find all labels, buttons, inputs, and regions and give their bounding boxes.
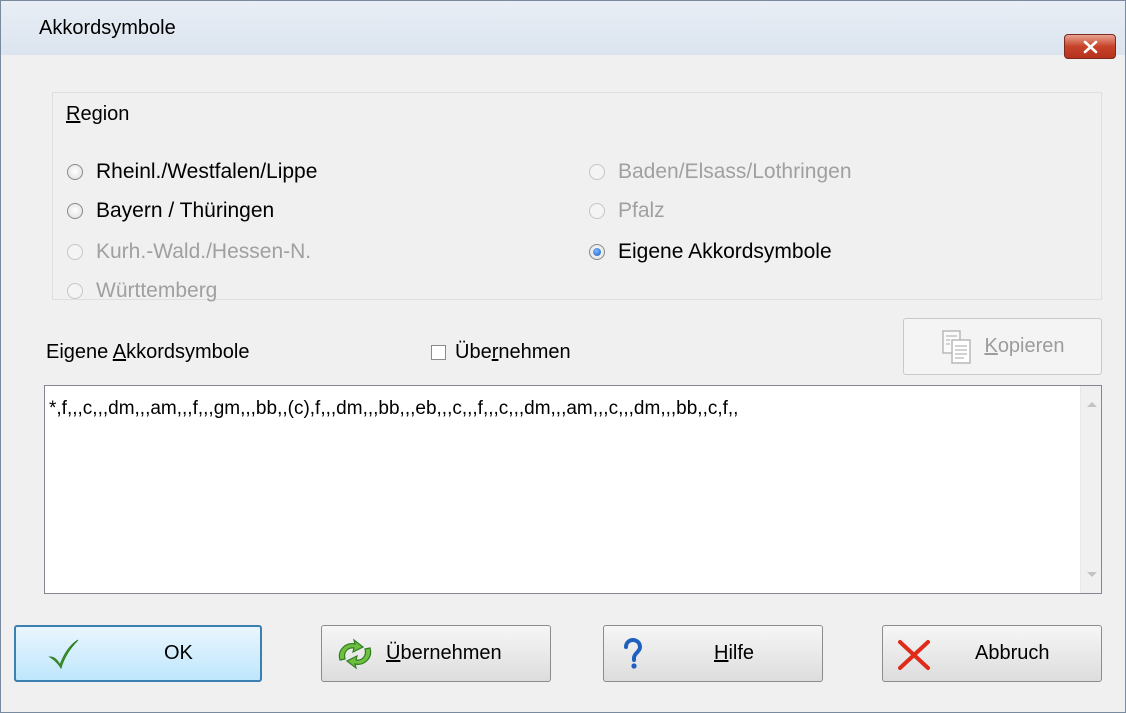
radio-label: Kurh.-Wald./Hessen-N. xyxy=(96,240,312,263)
apply-button[interactable]: Übernehmen xyxy=(321,625,551,682)
region-legend-accel: R xyxy=(66,103,81,125)
radio-indicator xyxy=(67,244,83,260)
radio-wuerttemberg[interactable]: Württemberg xyxy=(67,279,217,303)
radio-pfalz[interactable]: Pfalz xyxy=(589,199,665,223)
radio-indicator xyxy=(67,203,83,219)
help-button-label: Hilfe xyxy=(714,642,755,664)
close-icon xyxy=(1083,40,1098,54)
radio-bayern-thueringen[interactable]: Bayern / Thüringen xyxy=(67,199,274,223)
scroll-up-icon[interactable] xyxy=(1087,402,1097,407)
radio-indicator xyxy=(589,164,605,180)
copy-button[interactable]: Kopieren xyxy=(903,318,1102,375)
apply-button-label: Übernehmen xyxy=(386,642,502,664)
region-groupbox xyxy=(52,92,1102,300)
adopt-checkbox[interactable]: Übernehmen xyxy=(431,341,571,364)
checkbox-box xyxy=(431,345,446,360)
radio-label: Rheinl./Westfalen/Lippe xyxy=(96,160,318,183)
radio-label: Bayern / Thüringen xyxy=(96,199,275,222)
radio-label: Pfalz xyxy=(618,199,665,222)
ok-button[interactable]: OK xyxy=(14,625,262,682)
radio-label: Baden/Elsass/Lothringen xyxy=(618,160,852,183)
refresh-arrows-icon xyxy=(338,638,372,670)
radio-indicator xyxy=(67,283,83,299)
radio-eigene-akkordsymbole[interactable]: Eigene Akkordsymbole xyxy=(589,240,832,264)
radio-label: Württemberg xyxy=(96,279,218,302)
custom-label-part1: Eigene xyxy=(46,341,113,363)
custom-symbols-textarea[interactable]: *,f,,,c,,,dm,,,am,,,f,,,gm,,,bb,,(c),f,,… xyxy=(44,385,1102,594)
red-x-icon xyxy=(898,640,930,670)
cancel-button[interactable]: Abbruch xyxy=(882,625,1102,682)
radio-indicator xyxy=(589,203,605,219)
vertical-scrollbar[interactable] xyxy=(1080,386,1101,593)
region-legend-rest: egion xyxy=(80,103,130,125)
radio-baden-elsass-lothringen[interactable]: Baden/Elsass/Lothringen xyxy=(589,160,852,184)
custom-label-accel: A xyxy=(112,341,127,363)
scroll-down-icon[interactable] xyxy=(1087,572,1097,577)
radio-label: Eigene Akkordsymbole xyxy=(618,240,832,263)
cancel-button-label: Abbruch xyxy=(975,642,1050,664)
radio-indicator xyxy=(67,164,83,180)
ok-button-label: OK xyxy=(164,642,193,664)
help-button[interactable]: Hilfe xyxy=(603,625,823,682)
radio-kurh-wald-hessen[interactable]: Kurh.-Wald./Hessen-N. xyxy=(67,240,311,264)
checkmark-icon xyxy=(48,639,79,670)
region-legend: Region xyxy=(66,103,129,126)
custom-symbols-text: *,f,,,c,,,dm,,,am,,,f,,,gm,,,bb,,(c),f,,… xyxy=(49,398,739,419)
checkbox-label: Übernehmen xyxy=(455,341,571,363)
copy-button-label: Kopieren xyxy=(984,335,1065,357)
custom-symbols-label: Eigene Akkordsymbole xyxy=(46,341,249,364)
custom-label-part2: kkordsymbole xyxy=(126,341,250,363)
radio-indicator-checked xyxy=(589,244,605,260)
radio-rheinl-westfalen-lippe[interactable]: Rheinl./Westfalen/Lippe xyxy=(67,160,317,184)
question-mark-icon xyxy=(624,638,643,669)
close-button[interactable] xyxy=(1064,34,1116,59)
window-title: Akkordsymbole xyxy=(39,17,176,39)
title-bar: Akkordsymbole xyxy=(1,1,1125,59)
copy-documents-icon xyxy=(942,329,972,364)
